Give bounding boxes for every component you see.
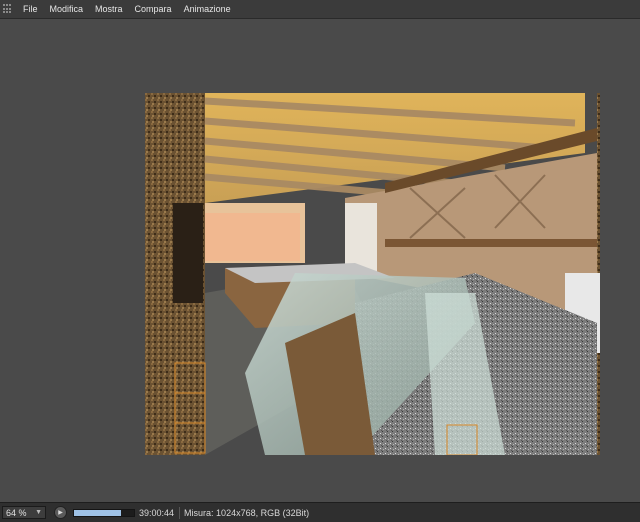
menu-modifica[interactable]: Modifica bbox=[44, 0, 90, 18]
status-bar: 64 % ▼ ▶ 39:00:44 Misura: 1024x768, RGB … bbox=[0, 502, 640, 522]
play-icon: ▶ bbox=[58, 510, 63, 516]
picture-viewer-canvas[interactable] bbox=[0, 19, 640, 499]
render-progress-bar bbox=[73, 508, 135, 517]
menu-bar: File Modifica Mostra Compara Animazione bbox=[0, 0, 640, 19]
render-image-drawing bbox=[145, 93, 600, 455]
menu-file[interactable]: File bbox=[17, 0, 44, 18]
render-progress-fill bbox=[74, 509, 121, 516]
play-button[interactable]: ▶ bbox=[54, 506, 67, 519]
chevron-down-icon: ▼ bbox=[35, 509, 42, 516]
grip-icon bbox=[3, 4, 13, 14]
menu-animazione[interactable]: Animazione bbox=[178, 0, 237, 18]
render-image[interactable] bbox=[145, 93, 600, 455]
zoom-value: 64 % bbox=[6, 507, 27, 518]
status-divider bbox=[179, 506, 181, 519]
menu-compara[interactable]: Compara bbox=[129, 0, 178, 18]
render-time: 39:00:44 bbox=[139, 507, 175, 518]
zoom-select[interactable]: 64 % ▼ bbox=[2, 506, 46, 519]
menu-mostra[interactable]: Mostra bbox=[89, 0, 129, 18]
image-info: Misura: 1024x768, RGB (32Bit) bbox=[184, 507, 310, 518]
